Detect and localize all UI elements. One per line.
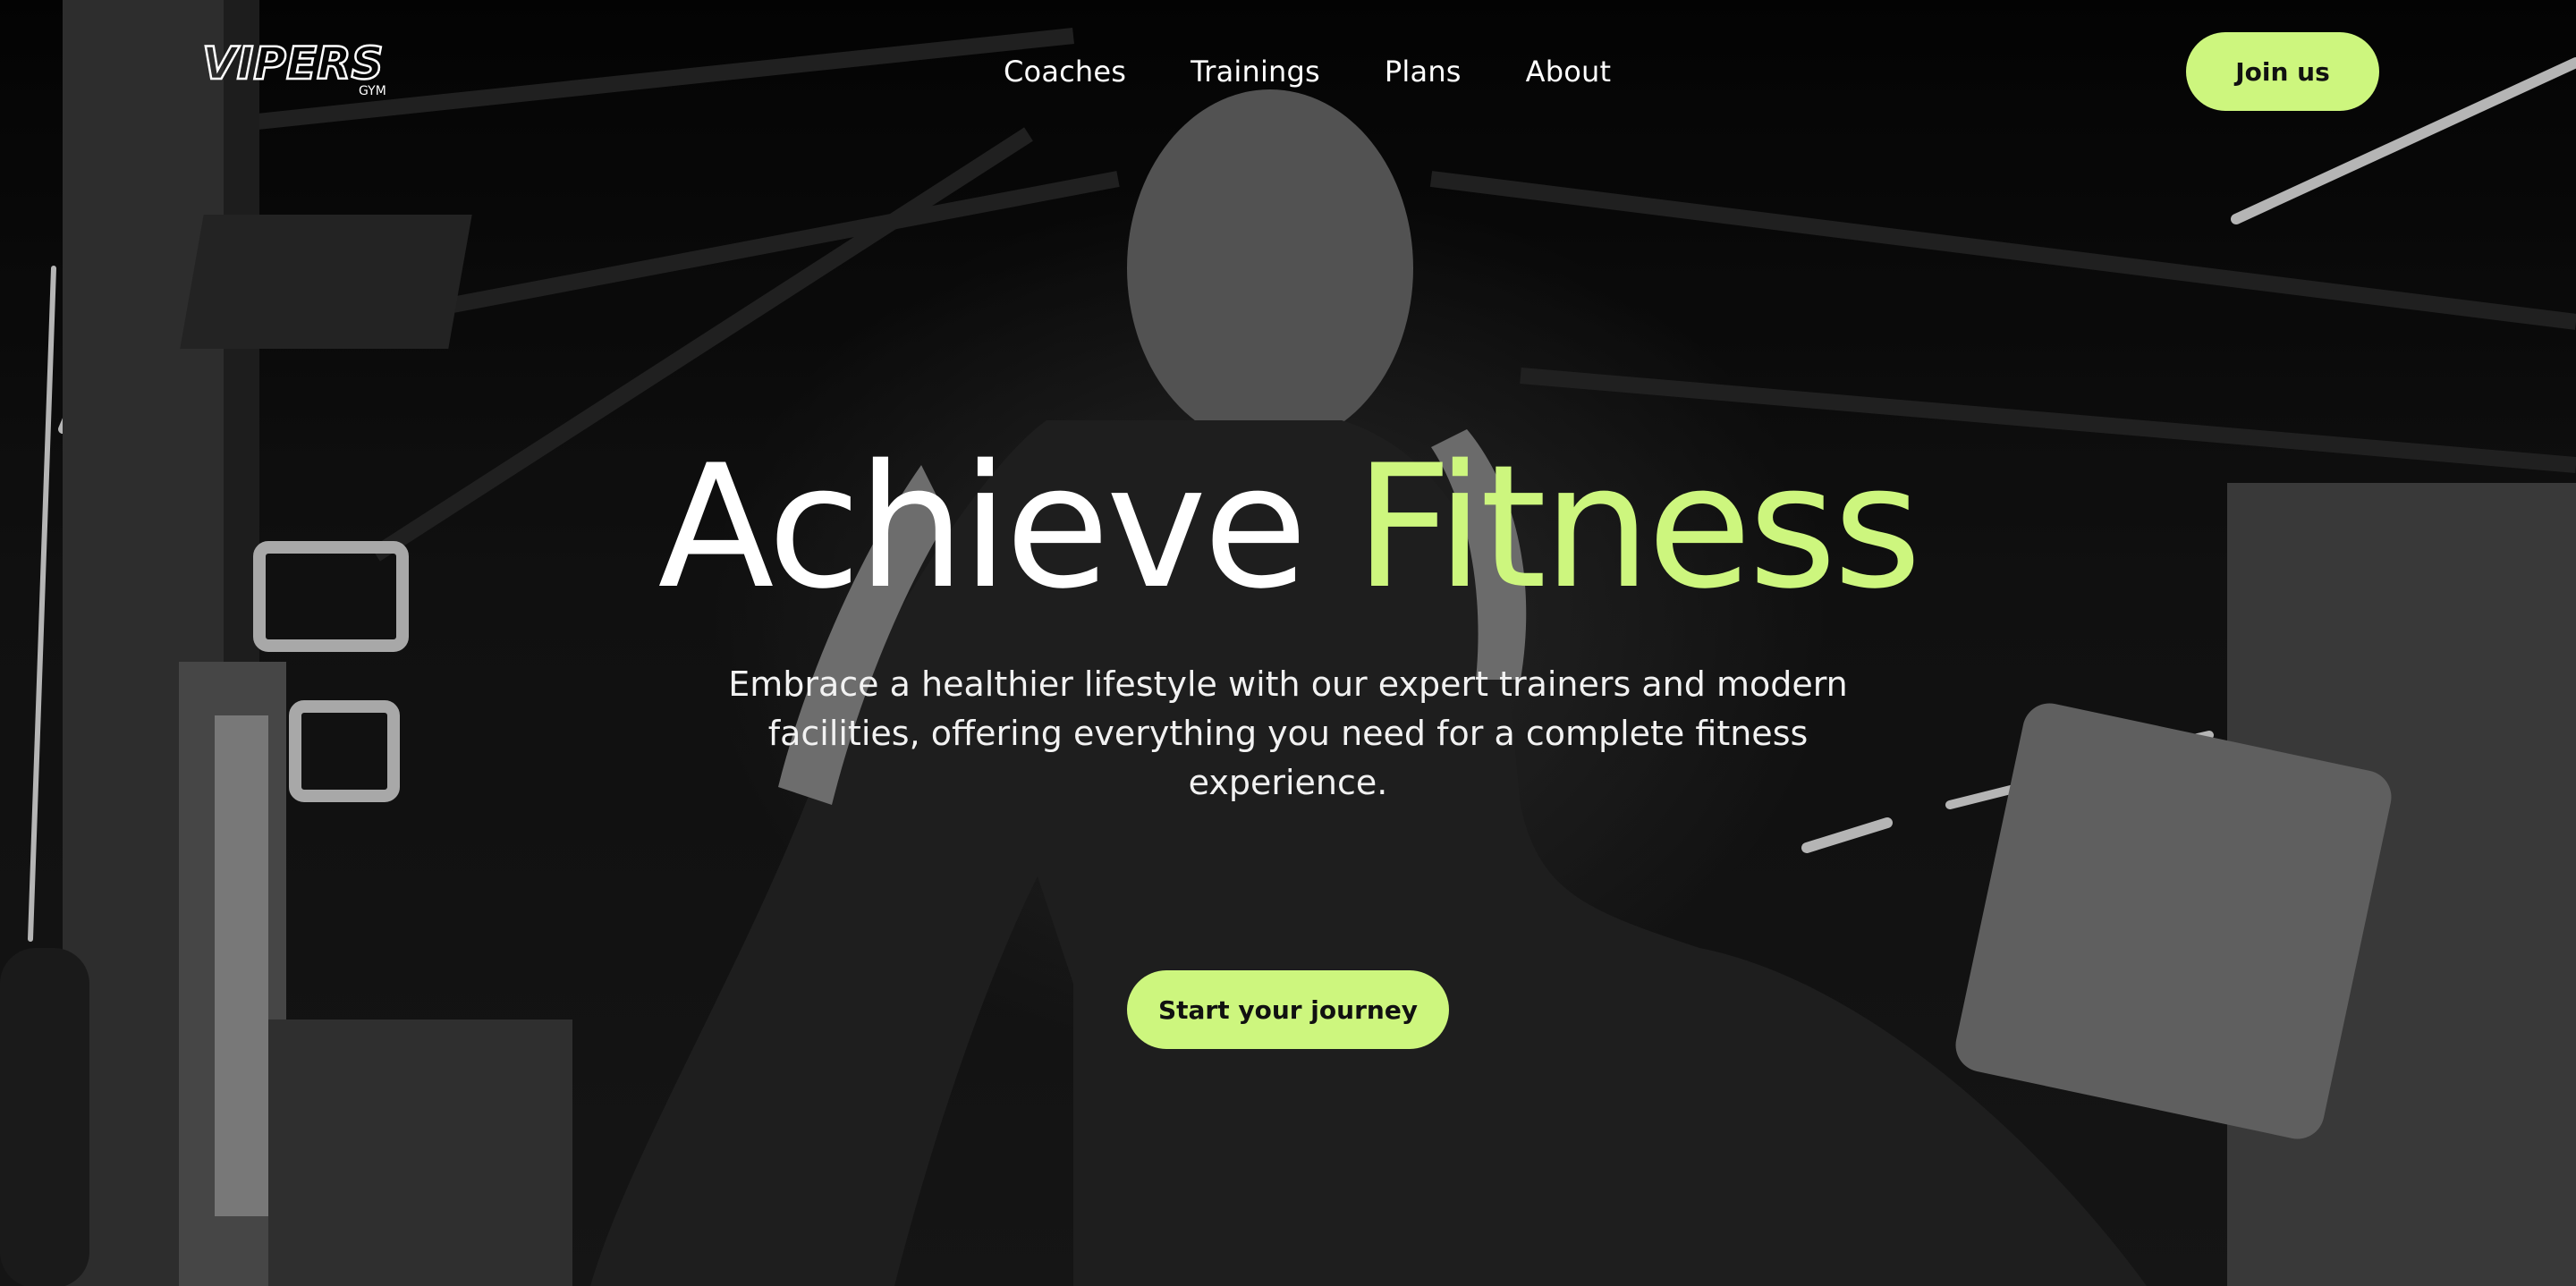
nav-link-about[interactable]: About — [1526, 55, 1612, 89]
svg-text:VIPERS: VIPERS — [202, 38, 384, 89]
svg-text:GYM: GYM — [359, 84, 386, 98]
headline-word-achieve: Achieve — [657, 428, 1309, 626]
nav-link-plans[interactable]: Plans — [1385, 55, 1462, 89]
hero-section: VIPERS GYM Coaches Trainings Plans About… — [0, 0, 2576, 1286]
join-us-button[interactable]: Join us — [2186, 32, 2379, 111]
nav-link-coaches[interactable]: Coaches — [1004, 55, 1126, 89]
vipers-logo[interactable]: VIPERS GYM — [202, 36, 435, 98]
headline-word-fitness: Fitness — [1354, 428, 1921, 626]
top-nav: VIPERS GYM Coaches Trainings Plans About… — [0, 0, 2576, 143]
start-journey-button[interactable]: Start your journey — [1127, 970, 1449, 1049]
hero-background-image — [0, 0, 2576, 1286]
nav-link-trainings[interactable]: Trainings — [1191, 55, 1320, 89]
hero-subtitle: Embrace a healthier lifestyle with our e… — [728, 664, 1848, 802]
hero-headline: Achieve Fitness — [0, 438, 2576, 617]
main-nav-links: Coaches Trainings Plans About — [1004, 50, 1611, 93]
